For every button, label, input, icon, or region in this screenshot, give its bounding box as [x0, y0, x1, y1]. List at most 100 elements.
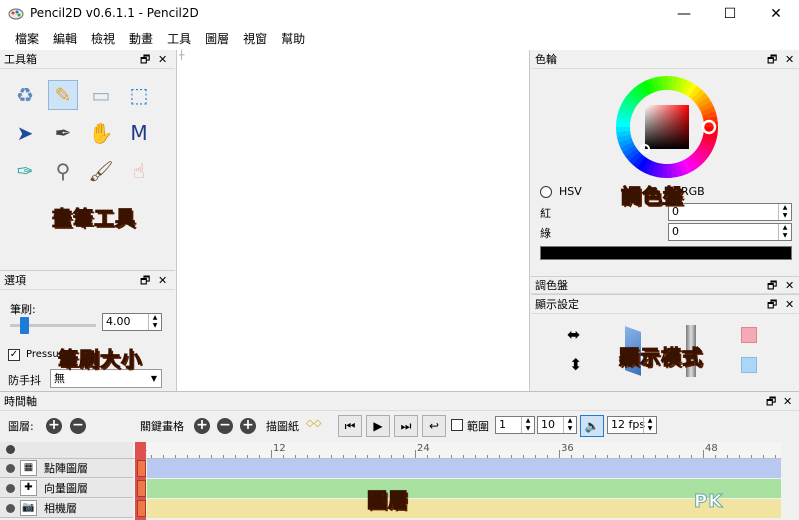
play-button[interactable]: ▶: [366, 415, 390, 437]
bitmap-layer-icon: ▦: [20, 460, 37, 476]
drawing-canvas[interactable]: ┼: [176, 50, 530, 391]
float-icon[interactable]: 🗗: [767, 277, 777, 294]
pen-icon: ✒: [54, 121, 72, 145]
menu-layer[interactable]: 圖層: [198, 28, 236, 50]
toolbox-panel: 工具箱 🗗 ✕ ♻ ✎ ▭ ⬚ ➤ ✒ ✋ M ✑ ⚲ 🖌 ☝ 畫筆工具: [0, 50, 175, 270]
float-icon[interactable]: 🗗: [140, 50, 150, 69]
remove-layer-button[interactable]: −: [70, 418, 86, 434]
float-icon[interactable]: 🗗: [766, 392, 776, 411]
color-wheel[interactable]: [616, 76, 718, 178]
red-input[interactable]: 0 ▲ ▼: [668, 203, 792, 221]
menu-window[interactable]: 視窗: [236, 28, 274, 50]
layer-row[interactable]: 📷 相機層: [0, 499, 133, 518]
duplicate-keyframe-button[interactable]: +: [240, 418, 256, 434]
layer-track[interactable]: [147, 459, 781, 478]
pen-tool-button[interactable]: ✒: [48, 118, 78, 148]
close-icon[interactable]: ✕: [785, 295, 794, 314]
menu-edit[interactable]: 編輯: [46, 28, 84, 50]
select-tool-button[interactable]: ⬚: [124, 80, 154, 110]
spin-arrows-icon[interactable]: ▲ ▼: [778, 204, 791, 220]
keyframe-cell[interactable]: [137, 480, 146, 497]
spin-arrows-icon[interactable]: ▲ ▼: [778, 224, 791, 240]
title-bar: Pencil2D v0.6.1.1 - Pencil2D — ☐ ✕: [0, 0, 799, 28]
range-start-input[interactable]: 1 ▲ ▼: [495, 416, 535, 434]
overlay-label-display: 顯示模式: [619, 345, 703, 370]
onion-toggle-icon[interactable]: ◇◇: [306, 418, 321, 429]
range-checkbox[interactable]: [451, 419, 463, 431]
frame-ruler[interactable]: 112243648: [133, 442, 781, 459]
jump-start-button[interactable]: ⏮: [338, 415, 362, 437]
close-button[interactable]: ✕: [753, 0, 799, 28]
frame-tick: [331, 455, 332, 458]
visibility-icon[interactable]: [6, 464, 15, 473]
vertical-flip-icon[interactable]: ⬍: [569, 355, 582, 374]
hand-tool-button[interactable]: ☝: [124, 156, 154, 186]
close-icon[interactable]: ✕: [785, 277, 794, 294]
menu-animation[interactable]: 動畫: [122, 28, 160, 50]
layer-track[interactable]: [147, 479, 781, 498]
green-input[interactable]: 0 ▲ ▼: [668, 223, 792, 241]
visibility-icon[interactable]: [6, 484, 15, 493]
add-keyframe-button[interactable]: +: [194, 418, 210, 434]
frame-tick-label: 12: [273, 443, 286, 454]
layer-header-bar: [0, 442, 133, 459]
loop-button[interactable]: ↩: [422, 415, 446, 437]
add-layer-button[interactable]: +: [46, 418, 62, 434]
keyframe-cell[interactable]: [137, 460, 146, 477]
close-icon[interactable]: ✕: [158, 271, 167, 290]
palette-title-text: 調色盤: [535, 279, 568, 292]
layer-row[interactable]: ✚ 向量圖層: [0, 479, 133, 498]
close-icon[interactable]: ✕: [158, 50, 167, 69]
current-color-swatch: [540, 246, 792, 260]
close-icon[interactable]: ✕: [785, 50, 794, 69]
hsv-radio[interactable]: [540, 186, 552, 198]
brush-size-input[interactable]: 4.00 ▲ ▼: [102, 313, 162, 331]
close-icon[interactable]: ✕: [783, 392, 792, 411]
float-icon[interactable]: 🗗: [767, 50, 777, 69]
keyframe-label: 關鍵畫格: [140, 420, 184, 433]
brush-tool-button[interactable]: ✑: [10, 156, 40, 186]
horizontal-flip-icon[interactable]: ⬌: [567, 325, 580, 344]
spin-arrows-icon[interactable]: ▲ ▼: [563, 417, 576, 433]
keyframe-cell[interactable]: [137, 500, 146, 517]
remove-keyframe-button[interactable]: −: [217, 418, 233, 434]
onion-prev-color-icon[interactable]: [741, 327, 757, 343]
float-icon[interactable]: 🗗: [140, 271, 150, 290]
pencil-tool-button[interactable]: ✎: [48, 80, 78, 110]
minimize-button[interactable]: —: [661, 0, 707, 28]
frame-tick: [343, 455, 344, 458]
clear-tool-button[interactable]: ♻: [10, 80, 40, 110]
menu-view[interactable]: 檢視: [84, 28, 122, 50]
sound-button[interactable]: 🔈: [580, 415, 604, 437]
brush-size-slider-thumb[interactable]: [20, 317, 29, 334]
red-label: 紅: [540, 207, 551, 220]
visibility-all-icon[interactable]: [6, 445, 15, 454]
pressure-checkbox[interactable]: ✓: [8, 349, 20, 361]
overlay-label-layers: 圖層: [367, 488, 409, 513]
jump-end-button[interactable]: ⏭: [394, 415, 418, 437]
frame-tick: [583, 455, 584, 458]
frame-tick: [499, 455, 500, 458]
pointer-tool-button[interactable]: ➤: [10, 118, 40, 148]
polyline-tool-button[interactable]: M: [124, 118, 154, 148]
visibility-icon[interactable]: [6, 504, 15, 513]
frame-tick: [475, 455, 476, 458]
spin-arrows-icon[interactable]: ▲ ▼: [521, 417, 534, 433]
eraser-tool-button[interactable]: ▭: [86, 80, 116, 110]
layer-track[interactable]: [147, 499, 781, 518]
bucket-tool-button[interactable]: 🖌: [86, 156, 116, 186]
menu-file[interactable]: 檔案: [8, 28, 46, 50]
eyedropper-tool-button[interactable]: ⚲: [48, 156, 78, 186]
range-end-input[interactable]: 10 ▲ ▼: [537, 416, 577, 434]
timeline-scrollbar[interactable]: [781, 442, 799, 520]
menu-help[interactable]: 幫助: [274, 28, 312, 50]
maximize-button[interactable]: ☐: [707, 0, 753, 28]
layer-row[interactable]: ▦ 點陣圖層: [0, 459, 133, 478]
smudge-tool-button[interactable]: ✋: [86, 118, 116, 148]
float-icon[interactable]: 🗗: [767, 295, 777, 314]
spin-arrows-icon[interactable]: ▲ ▼: [148, 314, 161, 330]
spin-arrows-icon[interactable]: ▲ ▼: [643, 417, 656, 433]
onion-next-color-icon[interactable]: [741, 357, 757, 373]
fps-input[interactable]: 12 fps ▲ ▼: [607, 416, 657, 434]
menu-tools[interactable]: 工具: [160, 28, 198, 50]
